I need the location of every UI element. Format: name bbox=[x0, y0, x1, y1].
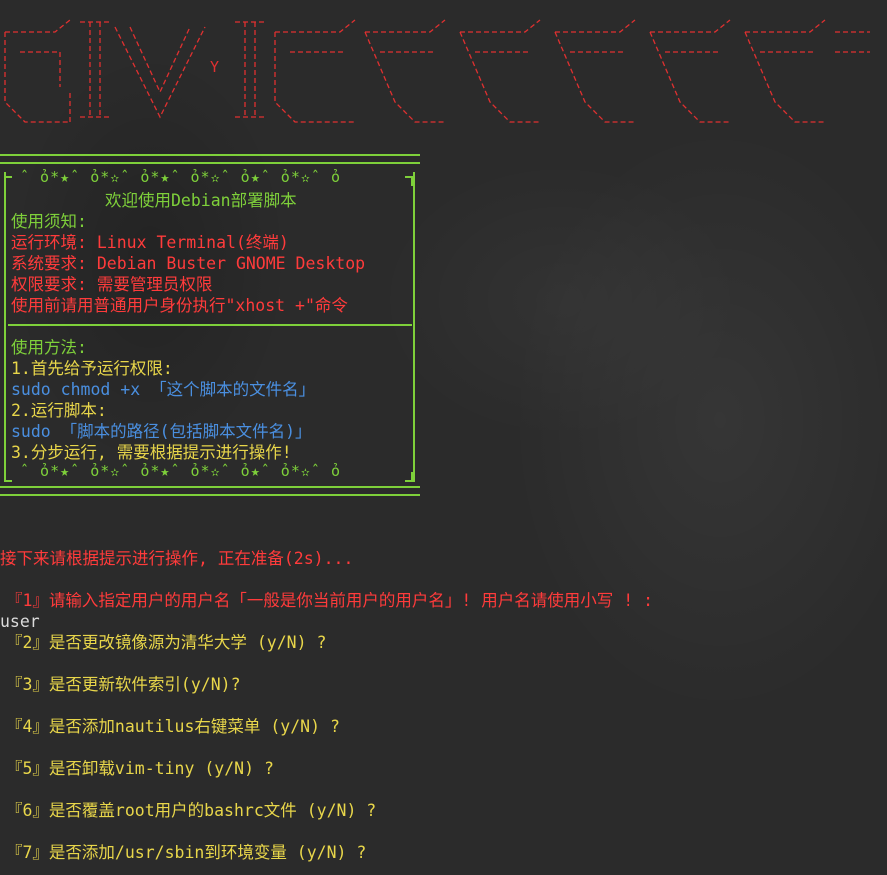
prompt-7-sbin-path: 『7』是否添加/usr/sbin到环境变量 (y/N) ? bbox=[6, 843, 367, 862]
notice-heading: 使用须知: bbox=[11, 212, 87, 231]
box-bottom-border bbox=[0, 486, 420, 496]
prepare-message: 接下来请根据提示进行操作, 正在准备(2s)... bbox=[0, 549, 354, 568]
usage-step2: 2.运行脚本: bbox=[11, 401, 107, 420]
prompt-6-bashrc: 『6』是否覆盖root用户的bashrc文件 (y/N) ? bbox=[6, 801, 377, 820]
prompt-3-update-index: 『3』是否更新软件索引(y/N)? bbox=[6, 675, 241, 694]
notice-env: 运行环境: Linux Terminal(终端) bbox=[11, 233, 289, 252]
notice-permission: 权限要求: 需要管理员权限 bbox=[11, 275, 213, 294]
notice-system: 系统要求: Debian Buster GNOME Desktop bbox=[11, 254, 366, 273]
usage-step3: 3.分步运行, 需要根据提示进行操作! bbox=[11, 443, 292, 462]
box-deco-bottom: ˆ ỏ*★ˆ ỏ*✫ˆ ỏ*★ˆ ỏ*✫ˆ ỏ★ˆ ỏ*✫ˆ ỏ bbox=[20, 462, 341, 480]
usage-heading: 使用方法: bbox=[11, 338, 87, 357]
box-right-border bbox=[413, 172, 415, 482]
info-box: ˆ ỏ*★ˆ ỏ*✫ˆ ỏ*★ˆ ỏ*✫ˆ ỏ★ˆ ỏ*✫ˆ ỏ 欢迎使用Deb… bbox=[0, 150, 422, 498]
banner-letter: Y bbox=[210, 58, 220, 76]
box-title: 欢迎使用Debian部署脚本 bbox=[105, 191, 297, 210]
ascii-art-banner: Y bbox=[0, 12, 887, 130]
box-corner-br bbox=[405, 472, 413, 482]
prompt-4-nautilus-menu: 『4』是否添加nautilus右键菜单 (y/N) ? bbox=[6, 717, 340, 736]
box-top-border bbox=[0, 154, 420, 164]
usage-step1: 1.首先给予运行权限: bbox=[11, 359, 173, 378]
box-deco-top: ˆ ỏ*★ˆ ỏ*✫ˆ ỏ*★ˆ ỏ*✫ˆ ỏ★ˆ ỏ*✫ˆ ỏ bbox=[20, 168, 341, 186]
usage-step2-command: sudo 「脚本的路径(包括脚本文件名)」 bbox=[11, 422, 312, 441]
username-input-echo[interactable]: user bbox=[0, 611, 40, 632]
box-divider bbox=[8, 324, 412, 326]
box-left-border bbox=[4, 172, 6, 482]
box-corner-bl bbox=[4, 472, 12, 482]
prompt-5-vim-tiny: 『5』是否卸载vim-tiny (y/N) ? bbox=[6, 759, 274, 778]
prompt-2-mirror: 『2』是否更改镜像源为清华大学 (y/N) ? bbox=[6, 633, 327, 652]
usage-step1-command: sudo chmod +x 「这个脚本的文件名」 bbox=[11, 380, 316, 399]
notice-xhost: 使用前请用普通用户身份执行"xhost +"命令 bbox=[11, 296, 348, 315]
prompt-1-username: 『1』请输入指定用户的用户名「一般是你当前用户的用户名」! 用户名请使用小写 !… bbox=[6, 591, 654, 610]
